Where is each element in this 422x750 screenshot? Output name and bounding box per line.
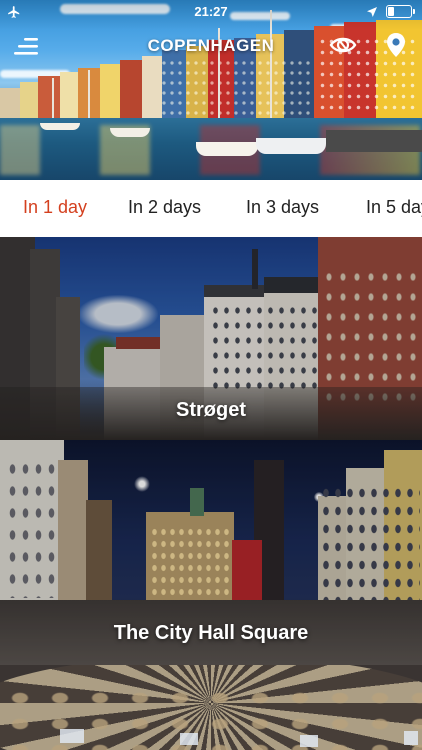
battery-icon xyxy=(386,5,415,18)
card-title: The City Hall Square xyxy=(113,622,309,644)
status-time: 21:27 xyxy=(194,4,228,19)
map-button[interactable] xyxy=(386,32,406,58)
quay xyxy=(326,130,422,152)
itinerary-card-city-hall-square[interactable]: The City Hall Square xyxy=(0,440,422,665)
hero-banner: 21:27 COPENHAGEN xyxy=(0,0,422,180)
status-bar: 21:27 xyxy=(0,0,422,22)
card-title: Strøget xyxy=(176,399,246,421)
boat xyxy=(110,128,150,137)
tab-3-days[interactable]: In 3 days xyxy=(246,197,319,218)
view-button[interactable] xyxy=(329,33,357,57)
boat xyxy=(40,123,80,130)
duration-tabs: In 1 day In 2 days In 3 days In 5 days xyxy=(0,180,422,237)
itinerary-card-dome[interactable] xyxy=(0,665,422,750)
boat xyxy=(256,138,326,154)
tab-2-days[interactable]: In 2 days xyxy=(128,197,201,218)
tab-5-days[interactable]: In 5 days xyxy=(366,197,422,218)
location-arrow-icon xyxy=(367,7,377,17)
page-title: COPENHAGEN xyxy=(147,36,275,55)
eye-icon xyxy=(329,37,357,53)
tab-1-day[interactable]: In 1 day xyxy=(23,197,87,218)
itinerary-card-stroget[interactable]: Strøget xyxy=(0,237,422,440)
map-pin-icon xyxy=(387,33,405,57)
boat xyxy=(196,142,258,156)
house-windows xyxy=(160,58,310,116)
